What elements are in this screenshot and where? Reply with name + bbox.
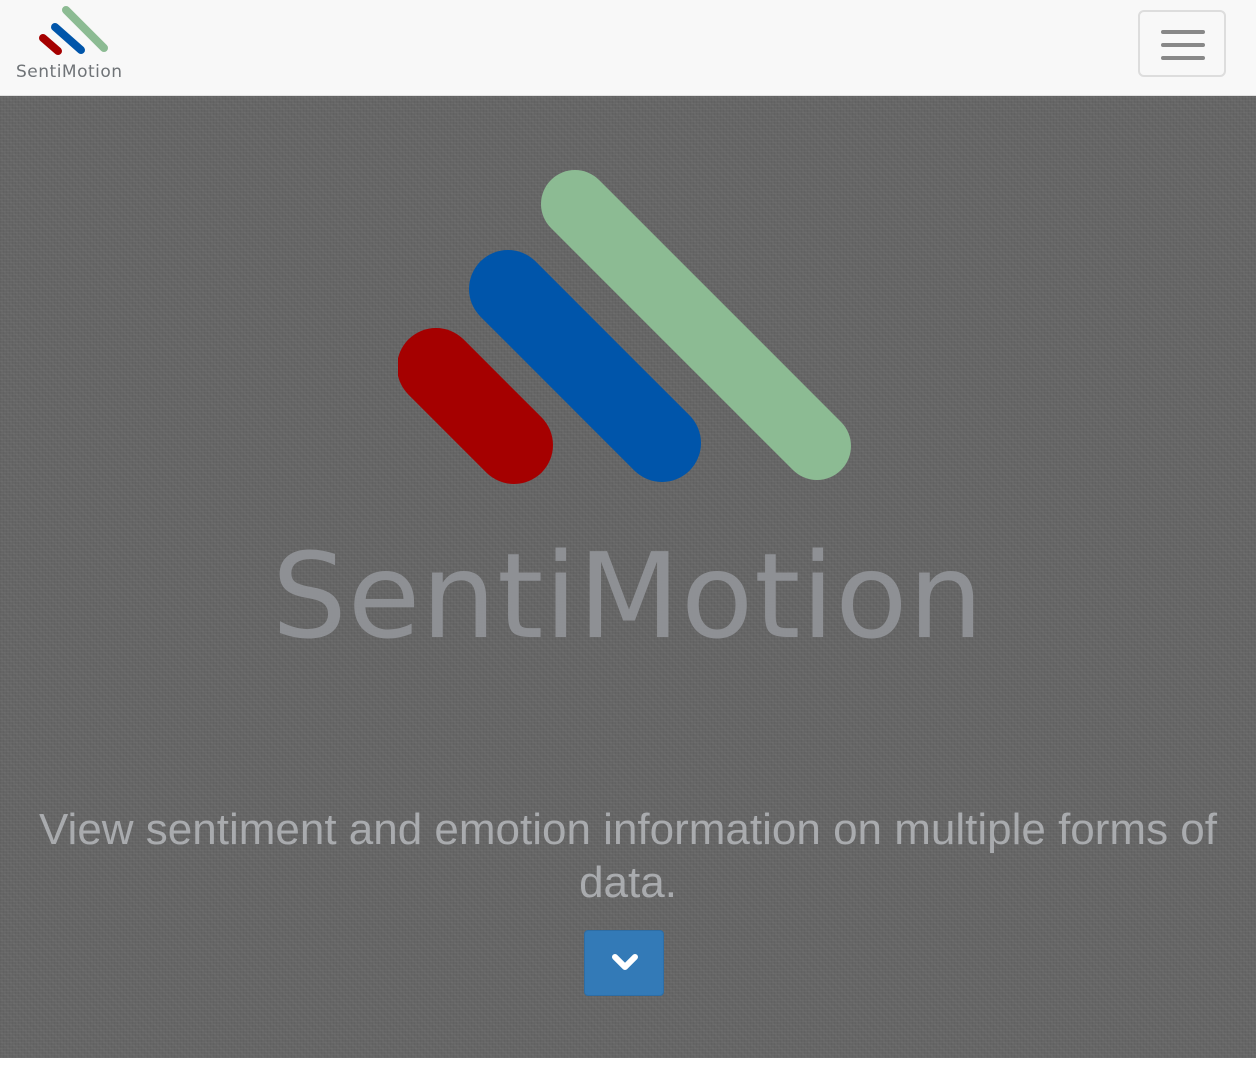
hero-wordmark: SentiMotion xyxy=(271,527,985,665)
hero-section: SentiMotion View sentiment and emotion i… xyxy=(0,96,1256,1058)
page-edge xyxy=(1256,0,1260,1058)
brand-name: SentiMotion xyxy=(16,62,123,82)
hero-tagline: View sentiment and emotion information o… xyxy=(39,805,1217,907)
hero-logo-icon xyxy=(398,170,851,484)
page-bottom xyxy=(0,1058,1260,1070)
menu-toggle-button[interactable] xyxy=(1138,10,1226,77)
scroll-down-button[interactable] xyxy=(584,930,664,996)
brand-link[interactable]: SentiMotion xyxy=(16,4,136,84)
chevron-down-icon xyxy=(612,954,638,970)
brand-logo-icon xyxy=(39,6,108,55)
navbar: SentiMotion xyxy=(0,0,1256,96)
